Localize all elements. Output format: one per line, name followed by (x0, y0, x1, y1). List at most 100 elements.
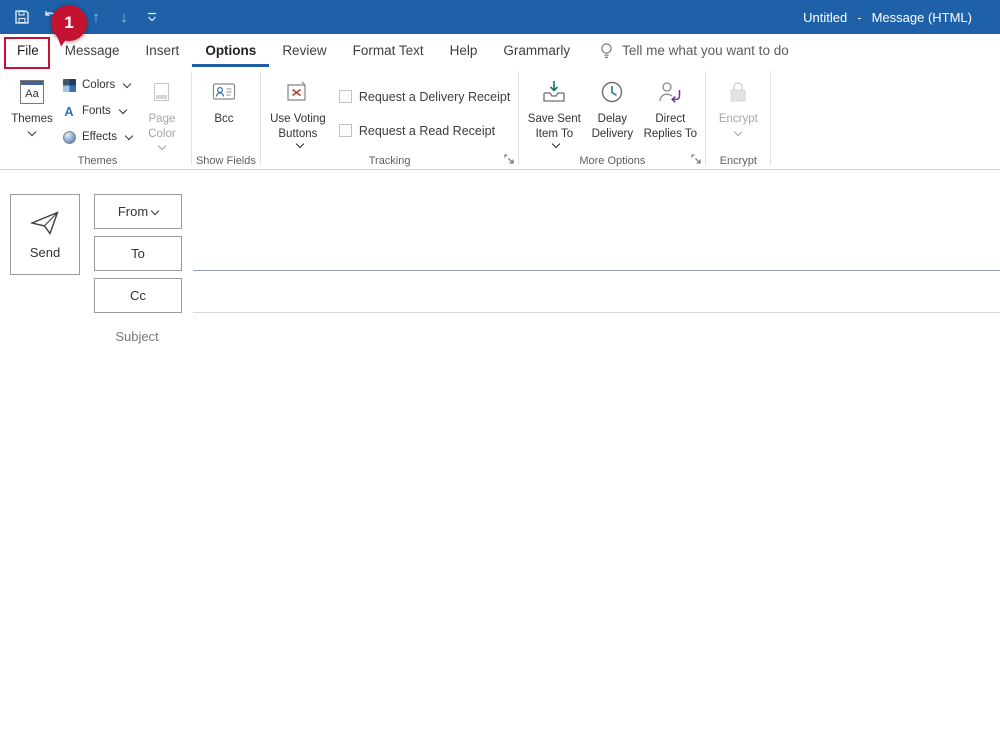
send-paper-plane-icon (30, 210, 60, 236)
save-sent-item-to-label: Save Sent Item To (526, 112, 582, 141)
themes-button-label: Themes (11, 112, 53, 127)
themes-small-buttons: Colors A Fonts Effects (56, 70, 137, 150)
bcc-icon (212, 75, 236, 109)
lock-icon (727, 75, 749, 109)
voting-ballot-icon (285, 75, 311, 109)
save-icon[interactable] (8, 0, 36, 34)
chevron-down-icon (734, 127, 742, 135)
group-divider (770, 71, 771, 165)
annotation-step-badge: 1 (51, 5, 87, 41)
more-options-dialog-launcher[interactable] (690, 153, 702, 165)
document-title: Untitled (803, 10, 847, 25)
read-receipt-label: Request a Read Receipt (359, 124, 495, 138)
chevron-down-icon (28, 127, 36, 135)
page-color-icon (154, 75, 169, 109)
window-title: Untitled - Message (HTML) (803, 0, 972, 34)
group-themes: Aa Themes Colors A Fonts (4, 67, 191, 169)
to-button[interactable]: To (94, 236, 182, 271)
tab-file[interactable]: File (4, 34, 52, 67)
use-voting-buttons-button[interactable]: Use Voting Buttons (265, 70, 331, 154)
chevron-down-icon (158, 142, 166, 150)
tracking-checkboxes: Request a Delivery Receipt Request a Rea… (331, 70, 514, 144)
group-encrypt-content: Encrypt (710, 70, 766, 154)
page-color-button-label: Page Color (140, 112, 184, 141)
group-tracking: Use Voting Buttons Request a Delivery Re… (261, 67, 518, 169)
tab-options[interactable]: Options (192, 34, 269, 67)
group-show-fields: Bcc Show Fields (192, 67, 260, 169)
move-down-icon[interactable]: ↓ (110, 0, 138, 34)
encrypt-button-label: Encrypt (719, 112, 758, 127)
chevron-down-icon (123, 80, 131, 88)
direct-replies-to-button[interactable]: Direct Replies To (639, 70, 701, 154)
group-show-fields-content: Bcc (196, 70, 256, 154)
ribbon-options: Aa Themes Colors A Fonts (0, 67, 1000, 170)
tab-grammarly[interactable]: Grammarly (490, 34, 583, 67)
delay-delivery-button[interactable]: Delay Delivery (585, 70, 639, 154)
from-button-label: From (118, 204, 148, 219)
effects-button[interactable]: Effects (56, 124, 137, 150)
request-read-receipt-checkbox-row[interactable]: Request a Read Receipt (339, 117, 510, 144)
to-button-label: To (131, 246, 145, 261)
group-more-options: Save Sent Item To Delay Delivery Direct … (519, 67, 705, 169)
title-bar: ↑ ↓ Untitled - Message (HTML) (0, 0, 1000, 34)
chevron-down-icon (296, 140, 304, 148)
save-sent-tray-icon (541, 75, 567, 109)
tab-help[interactable]: Help (437, 34, 491, 67)
lightbulb-icon (599, 42, 614, 60)
tracking-dialog-launcher[interactable] (503, 153, 515, 165)
themes-icon-text: Aa (20, 80, 44, 104)
group-label-show-fields: Show Fields (196, 154, 256, 169)
themes-button[interactable]: Aa Themes (8, 70, 56, 154)
delivery-receipt-checkbox[interactable] (339, 90, 352, 103)
direct-replies-to-label: Direct Replies To (642, 112, 698, 141)
tab-insert[interactable]: Insert (133, 34, 193, 67)
fonts-button[interactable]: A Fonts (56, 98, 137, 124)
tab-format-text[interactable]: Format Text (340, 34, 437, 67)
themes-icon: Aa (20, 75, 44, 109)
bcc-button[interactable]: Bcc (196, 70, 252, 154)
message-compose-area: Send From To Cc Subject (0, 171, 1000, 741)
bcc-button-label: Bcc (214, 112, 233, 127)
chevron-down-icon (125, 132, 133, 140)
read-receipt-checkbox[interactable] (339, 124, 352, 137)
group-themes-content: Aa Themes Colors A Fonts (8, 70, 187, 154)
customize-quick-access-icon[interactable] (138, 0, 166, 34)
group-label-themes: Themes (8, 154, 187, 169)
delay-delivery-label: Delay Delivery (588, 112, 636, 141)
cc-button[interactable]: Cc (94, 278, 182, 313)
chevron-down-icon (552, 140, 560, 148)
to-field-underline[interactable] (193, 270, 1000, 271)
from-button[interactable]: From (94, 194, 182, 229)
chevron-down-icon (151, 206, 159, 214)
tell-me-label: Tell me what you want to do (622, 43, 789, 58)
effects-icon (61, 131, 77, 144)
group-label-tracking: Tracking (265, 154, 514, 169)
fonts-button-label: Fonts (82, 105, 111, 117)
colors-button[interactable]: Colors (56, 72, 137, 98)
tell-me-search[interactable]: Tell me what you want to do (599, 34, 789, 67)
delivery-receipt-label: Request a Delivery Receipt (359, 90, 510, 104)
send-button[interactable]: Send (10, 194, 80, 275)
fonts-icon: A (61, 105, 77, 118)
save-icon-glyph (14, 9, 30, 25)
document-type: Message (HTML) (872, 10, 972, 25)
effects-button-label: Effects (82, 131, 117, 143)
outlook-message-window: ↑ ↓ Untitled - Message (HTML) 1 File Mes… (0, 0, 1000, 741)
page-color-button[interactable]: Page Color (137, 70, 187, 154)
use-voting-buttons-label: Use Voting Buttons (268, 112, 328, 141)
encrypt-button[interactable]: Encrypt (710, 70, 766, 154)
chevron-down-icon (119, 106, 127, 114)
cc-button-label: Cc (130, 288, 146, 303)
group-label-more-options: More Options (523, 154, 701, 169)
colors-icon (61, 79, 77, 92)
tab-review[interactable]: Review (269, 34, 339, 67)
save-sent-item-to-button[interactable]: Save Sent Item To (523, 70, 585, 154)
request-delivery-receipt-checkbox-row[interactable]: Request a Delivery Receipt (339, 83, 510, 110)
send-button-label: Send (30, 245, 60, 260)
person-reply-icon (657, 75, 683, 109)
subject-label: Subject (94, 329, 180, 344)
group-label-encrypt: Encrypt (710, 154, 766, 169)
group-encrypt: Encrypt Encrypt (706, 67, 770, 169)
cc-field-underline[interactable] (193, 312, 1000, 313)
chevron-bar-icon (146, 11, 158, 23)
